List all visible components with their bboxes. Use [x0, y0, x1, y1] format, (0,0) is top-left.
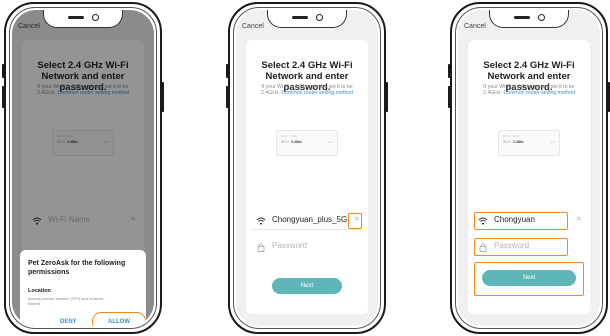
password-field[interactable]: Password	[252, 238, 362, 256]
phone-side-button	[448, 86, 451, 108]
phone-notch	[489, 10, 569, 28]
router-setting-link[interactable]: Common router setting method	[503, 90, 575, 96]
wifi-name-value: Chongyuan_plus_5G	[272, 215, 348, 224]
router-row-prefix: Wi-Fi -	[503, 140, 513, 144]
subtitle: If your Wi-Fi is 5GHz, please set it to …	[254, 84, 360, 96]
highlight-password	[474, 238, 568, 256]
phone-side-button	[226, 86, 229, 108]
subtitle: If your Wi-Fi is 5GHz, please set it to …	[476, 84, 582, 96]
phone-side-button	[226, 64, 229, 78]
lock-icon	[257, 243, 265, 252]
phone-side-button	[2, 86, 5, 108]
router-row-prefix: Wi-Fi -	[281, 140, 291, 144]
next-button[interactable]: Next	[272, 278, 342, 294]
router-row-band: 2.4Ghz	[513, 140, 524, 144]
router-row-icons: a ⊙	[327, 140, 333, 144]
router-row-band: 2.4Ghz	[291, 140, 302, 144]
router-row-24ghz: Wi-Fi - 2.4Ghz	[503, 140, 524, 144]
phone-frame-step2: Cancel Select 2.4 GHz Wi-Fi Network and …	[226, 2, 388, 334]
wifi-icon	[256, 217, 266, 225]
router-illustration: Wi-Fi - 5Ghz Wi-Fi - 2.4Ghz a ⊙	[498, 130, 560, 156]
wifi-name-field[interactable]: Chongyuan_plus_5G ⇆	[252, 212, 362, 230]
router-setting-link[interactable]: Common router setting method	[281, 90, 353, 96]
cancel-button[interactable]: Cancel	[464, 23, 486, 30]
router-row-icons: a ⊙	[549, 140, 555, 144]
router-row-5ghz: Wi-Fi - 5Ghz	[503, 134, 520, 138]
field-divider	[252, 229, 362, 230]
dialog-title: Pet ZeroAsk for the following permission…	[28, 260, 126, 276]
permission-dialog: Pet ZeroAsk for the following permission…	[20, 250, 146, 326]
phone-side-button	[385, 82, 388, 112]
deny-button[interactable]: DENY	[60, 319, 77, 325]
title-line-1: Select 2.4 GHz Wi-Fi	[261, 60, 353, 71]
location-description: access precise location (GPS and network…	[28, 296, 105, 306]
router-row-24ghz: Wi-Fi - 2.4Ghz	[281, 140, 302, 144]
wifi-card: Select 2.4 GHz Wi-Fi Network and enter p…	[246, 40, 368, 314]
phone-side-button	[161, 82, 164, 112]
location-heading: Location	[28, 288, 51, 294]
wifi-name-field[interactable]: Chongyuan ⇆	[474, 212, 584, 230]
highlight-next	[474, 262, 584, 296]
password-field[interactable]: Password	[474, 238, 584, 256]
router-illustration: Wi-Fi - 5Ghz Wi-Fi - 2.4Ghz a ⊙	[276, 130, 338, 156]
phone-frame-step1: Cancel Select 2.4 GHz Wi-Fi Network and …	[2, 2, 164, 334]
router-row-5ghz: Wi-Fi - 5Ghz	[281, 134, 298, 138]
phone-side-button	[2, 64, 5, 78]
phone-notch	[267, 10, 347, 28]
wifi-card: Select 2.4 GHz Wi-Fi Network and enter p…	[468, 40, 590, 314]
screen-step2: Cancel Select 2.4 GHz Wi-Fi Network and …	[236, 10, 378, 326]
highlight-switch	[348, 213, 362, 229]
highlight-wifi-name	[474, 212, 568, 230]
title-line-1: Select 2.4 GHz Wi-Fi	[483, 60, 575, 71]
cancel-button[interactable]: Cancel	[242, 23, 264, 30]
phone-frame-step3: Cancel Select 2.4 GHz Wi-Fi Network and …	[448, 2, 610, 334]
screen-step1: Cancel Select 2.4 GHz Wi-Fi Network and …	[12, 10, 154, 326]
phone-side-button	[448, 64, 451, 78]
highlight-allow	[92, 312, 146, 326]
switch-network-icon[interactable]: ⇆	[577, 216, 581, 222]
screen-step3: Cancel Select 2.4 GHz Wi-Fi Network and …	[458, 10, 600, 326]
password-placeholder: Password	[272, 241, 308, 250]
phone-notch	[43, 10, 123, 28]
